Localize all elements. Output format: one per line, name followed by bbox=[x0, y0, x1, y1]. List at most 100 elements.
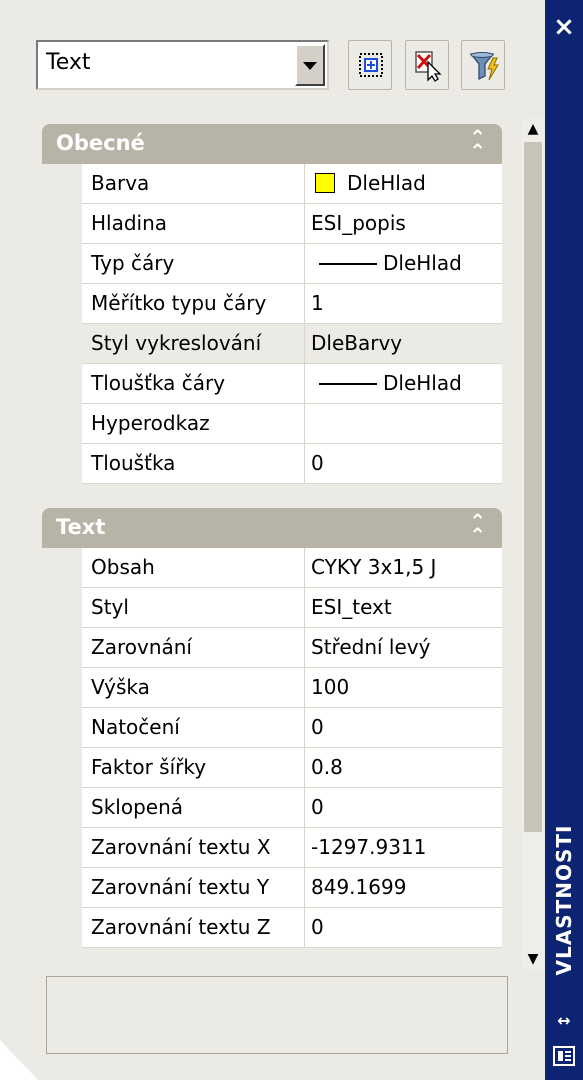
general-rows: Barva DleHlad Hladina ESI_popis Typ čáry… bbox=[42, 164, 502, 484]
line-sample-icon bbox=[319, 383, 377, 385]
property-value[interactable]: DleHlad bbox=[305, 164, 502, 204]
select-objects-button[interactable] bbox=[405, 40, 449, 90]
property-row-hyperlink[interactable]: Hyperodkaz bbox=[42, 404, 502, 444]
property-value[interactable]: ESI_popis bbox=[305, 204, 502, 244]
property-value[interactable]: 1 bbox=[305, 284, 502, 324]
property-row-height[interactable]: Výška 100 bbox=[42, 668, 502, 708]
property-value[interactable]: 0 bbox=[305, 908, 502, 948]
object-type-value: Text bbox=[46, 50, 91, 75]
row-gutter bbox=[42, 364, 82, 404]
property-value[interactable]: CYKY 3x1,5 J bbox=[305, 548, 502, 588]
property-value[interactable]: 0 bbox=[305, 444, 502, 484]
row-gutter bbox=[42, 668, 82, 708]
palette-titlebar[interactable]: × VLASTNOSTI ↔ bbox=[545, 0, 583, 1080]
property-row-plot-style[interactable]: Styl vykreslování DleBarvy bbox=[42, 324, 502, 364]
property-label: Měřítko typu čáry bbox=[82, 284, 305, 324]
row-gutter bbox=[42, 444, 82, 484]
category-title: Obecné bbox=[56, 131, 145, 155]
property-label: Hyperodkaz bbox=[82, 404, 305, 444]
row-gutter bbox=[42, 588, 82, 628]
property-row-color[interactable]: Barva DleHlad bbox=[42, 164, 502, 204]
lineweight-value: DleHlad bbox=[383, 371, 462, 395]
property-row-obliquing[interactable]: Sklopená 0 bbox=[42, 788, 502, 828]
row-gutter bbox=[42, 788, 82, 828]
scroll-thumb[interactable] bbox=[524, 142, 542, 832]
row-gutter bbox=[42, 828, 82, 868]
property-row-justify[interactable]: Zarovnání Střední levý bbox=[42, 628, 502, 668]
property-value[interactable]: ESI_text bbox=[305, 588, 502, 628]
row-gutter bbox=[42, 748, 82, 788]
property-value[interactable]: DleHlad bbox=[305, 364, 502, 404]
property-label: Tloušťka čáry bbox=[82, 364, 305, 404]
scroll-up-icon[interactable]: ▲ bbox=[522, 118, 544, 140]
property-value[interactable]: 100 bbox=[305, 668, 502, 708]
line-sample-icon bbox=[319, 263, 377, 265]
property-label: Styl vykreslování bbox=[82, 324, 305, 364]
quick-select-icon bbox=[359, 53, 383, 77]
property-label: Obsah bbox=[82, 548, 305, 588]
linetype-value: DleHlad bbox=[383, 251, 462, 275]
property-grid: Obecné ⌃ ⌃ Barva DleHlad Hladina ESI_popi… bbox=[42, 122, 518, 960]
property-value[interactable]: -1297.9311 bbox=[305, 828, 502, 868]
property-value[interactable]: DleHlad bbox=[305, 244, 502, 284]
property-value[interactable]: 0 bbox=[305, 788, 502, 828]
collapse-icon[interactable]: ⌃ ⌃ bbox=[469, 511, 486, 545]
property-row-linetype-scale[interactable]: Měřítko typu čáry 1 bbox=[42, 284, 502, 324]
row-gutter bbox=[42, 908, 82, 948]
row-gutter bbox=[42, 204, 82, 244]
property-label: Hladina bbox=[82, 204, 305, 244]
category-header-general[interactable]: Obecné ⌃ ⌃ bbox=[42, 124, 502, 164]
property-row-thickness[interactable]: Tloušťka 0 bbox=[42, 444, 502, 484]
property-row-contents[interactable]: Obsah CYKY 3x1,5 J bbox=[42, 548, 502, 588]
scroll-down-icon[interactable]: ▼ bbox=[522, 948, 544, 970]
property-row-align-x[interactable]: Zarovnání textu X -1297.9311 bbox=[42, 828, 502, 868]
close-icon[interactable]: × bbox=[545, 10, 583, 44]
property-value[interactable] bbox=[305, 404, 502, 444]
property-label: Styl bbox=[82, 588, 305, 628]
property-label: Zarovnání textu Y bbox=[82, 868, 305, 908]
row-gutter bbox=[42, 164, 82, 204]
property-label: Sklopená bbox=[82, 788, 305, 828]
category-header-text[interactable]: Text ⌃ ⌃ bbox=[42, 508, 502, 548]
filter-icon bbox=[469, 52, 499, 81]
property-value[interactable]: DleBarvy bbox=[305, 324, 502, 364]
row-gutter bbox=[42, 284, 82, 324]
property-value[interactable]: 0 bbox=[305, 708, 502, 748]
quick-filter-button[interactable] bbox=[461, 40, 505, 90]
property-row-align-z[interactable]: Zarovnání textu Z 0 bbox=[42, 908, 502, 948]
autohide-icon[interactable]: ↔ bbox=[552, 1012, 576, 1030]
property-row-layer[interactable]: Hladina ESI_popis bbox=[42, 204, 502, 244]
row-gutter bbox=[42, 244, 82, 284]
row-gutter bbox=[42, 324, 82, 364]
vertical-scrollbar[interactable]: ▲ ▼ bbox=[522, 118, 544, 970]
palette-title: VLASTNOSTI bbox=[552, 824, 576, 976]
properties-menu-icon[interactable] bbox=[553, 1046, 575, 1066]
property-value[interactable]: 0.8 bbox=[305, 748, 502, 788]
property-row-width-factor[interactable]: Faktor šířky 0.8 bbox=[42, 748, 502, 788]
property-row-linetype[interactable]: Typ čáry DleHlad bbox=[42, 244, 502, 284]
row-gutter bbox=[42, 548, 82, 588]
object-type-dropdown[interactable]: Text bbox=[36, 40, 329, 90]
collapse-icon[interactable]: ⌃ ⌃ bbox=[469, 127, 486, 161]
color-value: DleHlad bbox=[347, 171, 426, 195]
property-row-rotation[interactable]: Natočení 0 bbox=[42, 708, 502, 748]
property-label: Faktor šířky bbox=[82, 748, 305, 788]
dropdown-arrow-icon[interactable] bbox=[295, 44, 325, 86]
description-area bbox=[46, 976, 508, 1054]
quick-select-button[interactable] bbox=[348, 40, 392, 90]
row-gutter bbox=[42, 868, 82, 908]
property-label: Typ čáry bbox=[82, 244, 305, 284]
property-row-align-y[interactable]: Zarovnání textu Y 849.1699 bbox=[42, 868, 502, 908]
color-swatch-icon bbox=[315, 173, 335, 193]
property-row-lineweight[interactable]: Tloušťka čáry DleHlad bbox=[42, 364, 502, 404]
property-label: Zarovnání textu Z bbox=[82, 908, 305, 948]
property-label: Barva bbox=[82, 164, 305, 204]
property-value[interactable]: 849.1699 bbox=[305, 868, 502, 908]
property-label: Natočení bbox=[82, 708, 305, 748]
text-rows: Obsah CYKY 3x1,5 J Styl ESI_text Zarovná… bbox=[42, 548, 502, 948]
row-gutter bbox=[42, 708, 82, 748]
property-value[interactable]: Střední levý bbox=[305, 628, 502, 668]
property-row-style[interactable]: Styl ESI_text bbox=[42, 588, 502, 628]
row-gutter bbox=[42, 628, 82, 668]
property-label: Zarovnání bbox=[82, 628, 305, 668]
